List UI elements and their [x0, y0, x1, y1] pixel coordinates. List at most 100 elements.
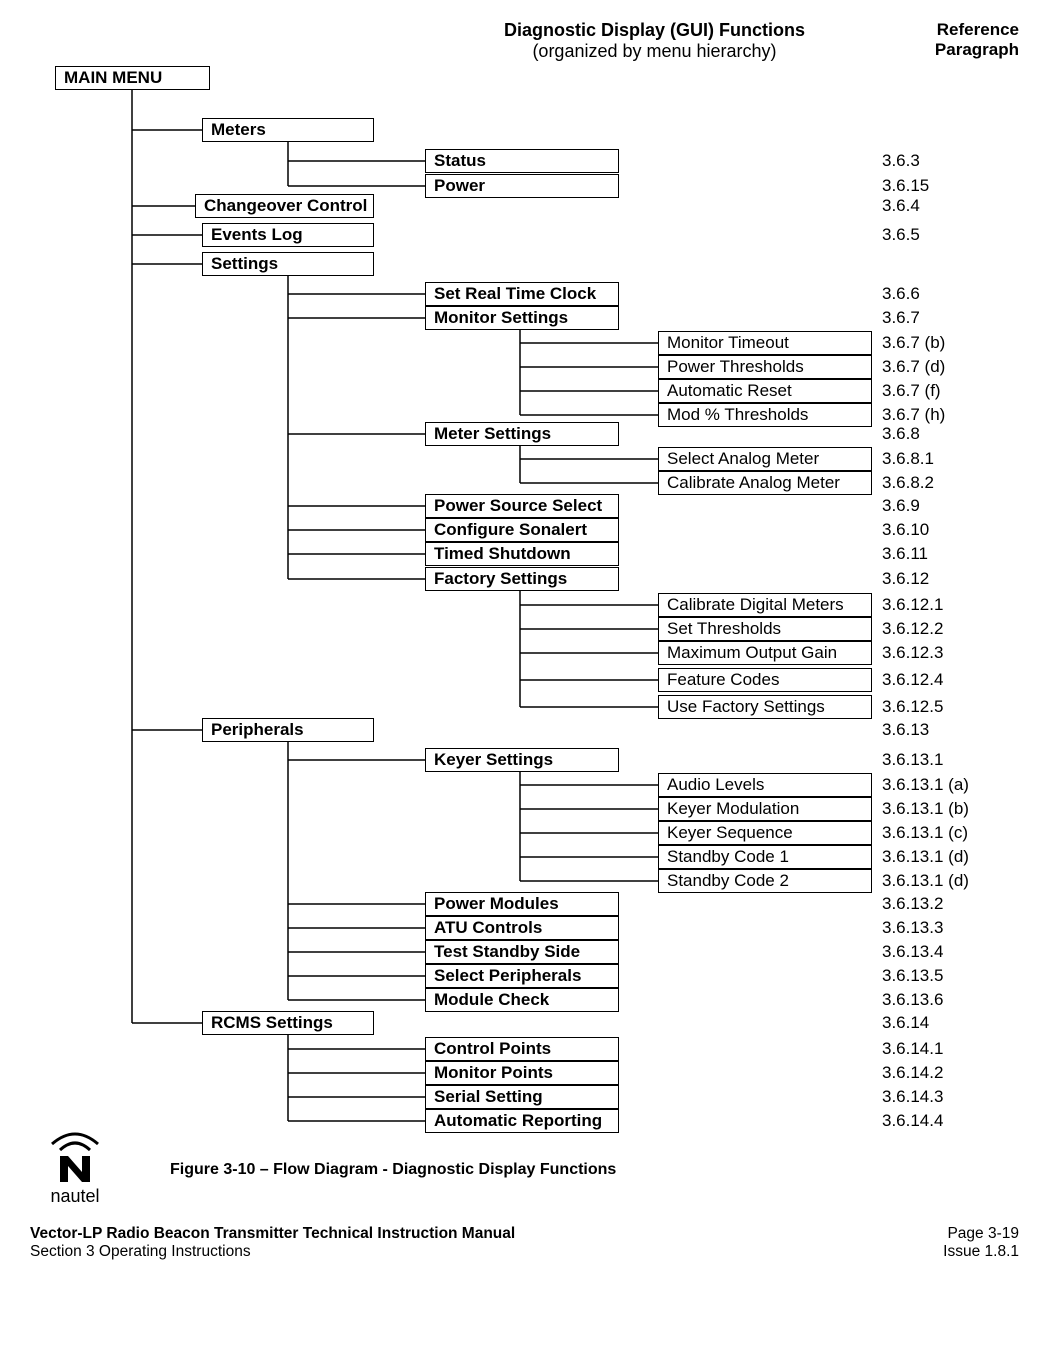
- ref-modthresh: 3.6.7 (h): [882, 405, 945, 425]
- ref-keyermod: 3.6.13.1 (b): [882, 799, 969, 819]
- node-eventslog: Events Log: [202, 223, 374, 247]
- node-montimeout: Monitor Timeout: [658, 331, 872, 355]
- node-stby2: Standby Code 2: [658, 869, 872, 893]
- node-modchk: Module Check: [425, 988, 619, 1012]
- ref-pmod: 3.6.13.2: [882, 894, 943, 914]
- ref-rcms: 3.6.14: [882, 1013, 929, 1033]
- ref-caldigital: 3.6.12.1: [882, 595, 943, 615]
- ref-eventslog: 3.6.5: [882, 225, 920, 245]
- title-line1: Diagnostic Display (GUI) Functions: [290, 20, 1019, 41]
- ref-autorep: 3.6.14.4: [882, 1111, 943, 1131]
- ref-maxgain: 3.6.12.3: [882, 643, 943, 663]
- node-serial: Serial Setting: [425, 1085, 619, 1109]
- ref-montimeout: 3.6.7 (b): [882, 333, 945, 353]
- ref-psrc: 3.6.9: [882, 496, 920, 516]
- footer-left: Vector-LP Radio Beacon Transmitter Techn…: [30, 1225, 515, 1261]
- page-header: Diagnostic Display (GUI) Functions (orga…: [30, 20, 1019, 62]
- node-psrc: Power Source Select: [425, 494, 619, 518]
- node-monpts: Monitor Points: [425, 1061, 619, 1085]
- node-tstby: Test Standby Side: [425, 940, 619, 964]
- node-autorep: Automatic Reporting: [425, 1109, 619, 1133]
- ref-audiolvl: 3.6.13.1 (a): [882, 775, 969, 795]
- node-modthresh: Mod % Thresholds: [658, 403, 872, 427]
- ref-keyerseq: 3.6.13.1 (c): [882, 823, 968, 843]
- logo-icon: [40, 1126, 110, 1186]
- ref-selanalog: 3.6.8.1: [882, 449, 934, 469]
- footer-manual: Vector-LP Radio Beacon Transmitter Techn…: [30, 1225, 515, 1243]
- footer-section: Section 3 Operating Instructions: [30, 1243, 515, 1261]
- node-meterset: Meter Settings: [425, 422, 619, 446]
- node-monset: Monitor Settings: [425, 306, 619, 330]
- ref-pwrthresh: 3.6.7 (d): [882, 357, 945, 377]
- node-audiolvl: Audio Levels: [658, 773, 872, 797]
- ref-stby2: 3.6.13.1 (d): [882, 871, 969, 891]
- figure-caption: Figure 3-10 – Flow Diagram - Diagnostic …: [120, 1161, 616, 1207]
- ref-usefactory: 3.6.12.5: [882, 697, 943, 717]
- ref-factory: 3.6.12: [882, 569, 929, 589]
- node-settings: Settings: [202, 252, 374, 276]
- ref-changeover: 3.6.4: [882, 196, 920, 216]
- ref-heading1: Reference: [935, 20, 1019, 40]
- ref-modchk: 3.6.13.6: [882, 990, 943, 1010]
- ref-ctrlpts: 3.6.14.1: [882, 1039, 943, 1059]
- header-right: Reference Paragraph: [935, 20, 1019, 60]
- node-selper: Select Peripherals: [425, 964, 619, 988]
- node-atu: ATU Controls: [425, 916, 619, 940]
- logo-text: nautel: [30, 1186, 120, 1207]
- ref-calanalog: 3.6.8.2: [882, 473, 934, 493]
- node-power: Power: [425, 174, 619, 198]
- node-srtc: Set Real Time Clock: [425, 282, 619, 306]
- node-keyerseq: Keyer Sequence: [658, 821, 872, 845]
- node-usefactory: Use Factory Settings: [658, 695, 872, 719]
- node-keyer: Keyer Settings: [425, 748, 619, 772]
- node-caldigital: Calibrate Digital Meters: [658, 593, 872, 617]
- node-selanalog: Select Analog Meter: [658, 447, 872, 471]
- ref-timed: 3.6.11: [882, 544, 928, 564]
- node-keyermod: Keyer Modulation: [658, 797, 872, 821]
- footer-page: Page 3-19: [943, 1225, 1019, 1243]
- node-stby1: Standby Code 1: [658, 845, 872, 869]
- node-peripherals: Peripherals: [202, 718, 374, 742]
- ref-monset: 3.6.7: [882, 308, 920, 328]
- node-autoreset: Automatic Reset: [658, 379, 872, 403]
- ref-autoreset: 3.6.7 (f): [882, 381, 941, 401]
- ref-monpts: 3.6.14.2: [882, 1063, 943, 1083]
- footer-right: Page 3-19 Issue 1.8.1: [943, 1225, 1019, 1261]
- title-line2: (organized by menu hierarchy): [290, 41, 1019, 62]
- ref-setthresh: 3.6.12.2: [882, 619, 943, 639]
- ref-meterset: 3.6.8: [882, 424, 920, 444]
- node-meters: Meters: [202, 118, 374, 142]
- node-timed: Timed Shutdown: [425, 542, 619, 566]
- node-ctrlpts: Control Points: [425, 1037, 619, 1061]
- ref-stby1: 3.6.13.1 (d): [882, 847, 969, 867]
- node-setthresh: Set Thresholds: [658, 617, 872, 641]
- node-pwrthresh: Power Thresholds: [658, 355, 872, 379]
- ref-selper: 3.6.13.5: [882, 966, 943, 986]
- flow-diagram: MAIN MENU Meters Changeover Control Even…: [30, 66, 1019, 1126]
- ref-atu: 3.6.13.3: [882, 918, 943, 938]
- caption-row: nautel Figure 3-10 – Flow Diagram - Diag…: [30, 1126, 1019, 1207]
- node-calanalog: Calibrate Analog Meter: [658, 471, 872, 495]
- node-rcms: RCMS Settings: [202, 1011, 374, 1035]
- node-featcodes: Feature Codes: [658, 668, 872, 692]
- ref-keyer: 3.6.13.1: [882, 750, 943, 770]
- node-sonalert: Configure Sonalert: [425, 518, 619, 542]
- node-maxgain: Maximum Output Gain: [658, 641, 872, 665]
- page-footer: Vector-LP Radio Beacon Transmitter Techn…: [30, 1225, 1019, 1261]
- ref-tstby: 3.6.13.4: [882, 942, 943, 962]
- ref-status: 3.6.3: [882, 151, 920, 171]
- ref-heading2: Paragraph: [935, 40, 1019, 60]
- ref-peripherals: 3.6.13: [882, 720, 929, 740]
- nautel-logo: nautel: [30, 1126, 120, 1207]
- ref-sonalert: 3.6.10: [882, 520, 929, 540]
- node-status: Status: [425, 149, 619, 173]
- ref-featcodes: 3.6.12.4: [882, 670, 943, 690]
- node-main-menu: MAIN MENU: [55, 66, 210, 90]
- node-factory: Factory Settings: [425, 567, 619, 591]
- node-pmod: Power Modules: [425, 892, 619, 916]
- ref-srtc: 3.6.6: [882, 284, 920, 304]
- header-center: Diagnostic Display (GUI) Functions (orga…: [30, 20, 1019, 62]
- ref-serial: 3.6.14.3: [882, 1087, 943, 1107]
- footer-issue: Issue 1.8.1: [943, 1243, 1019, 1261]
- ref-power: 3.6.15: [882, 176, 929, 196]
